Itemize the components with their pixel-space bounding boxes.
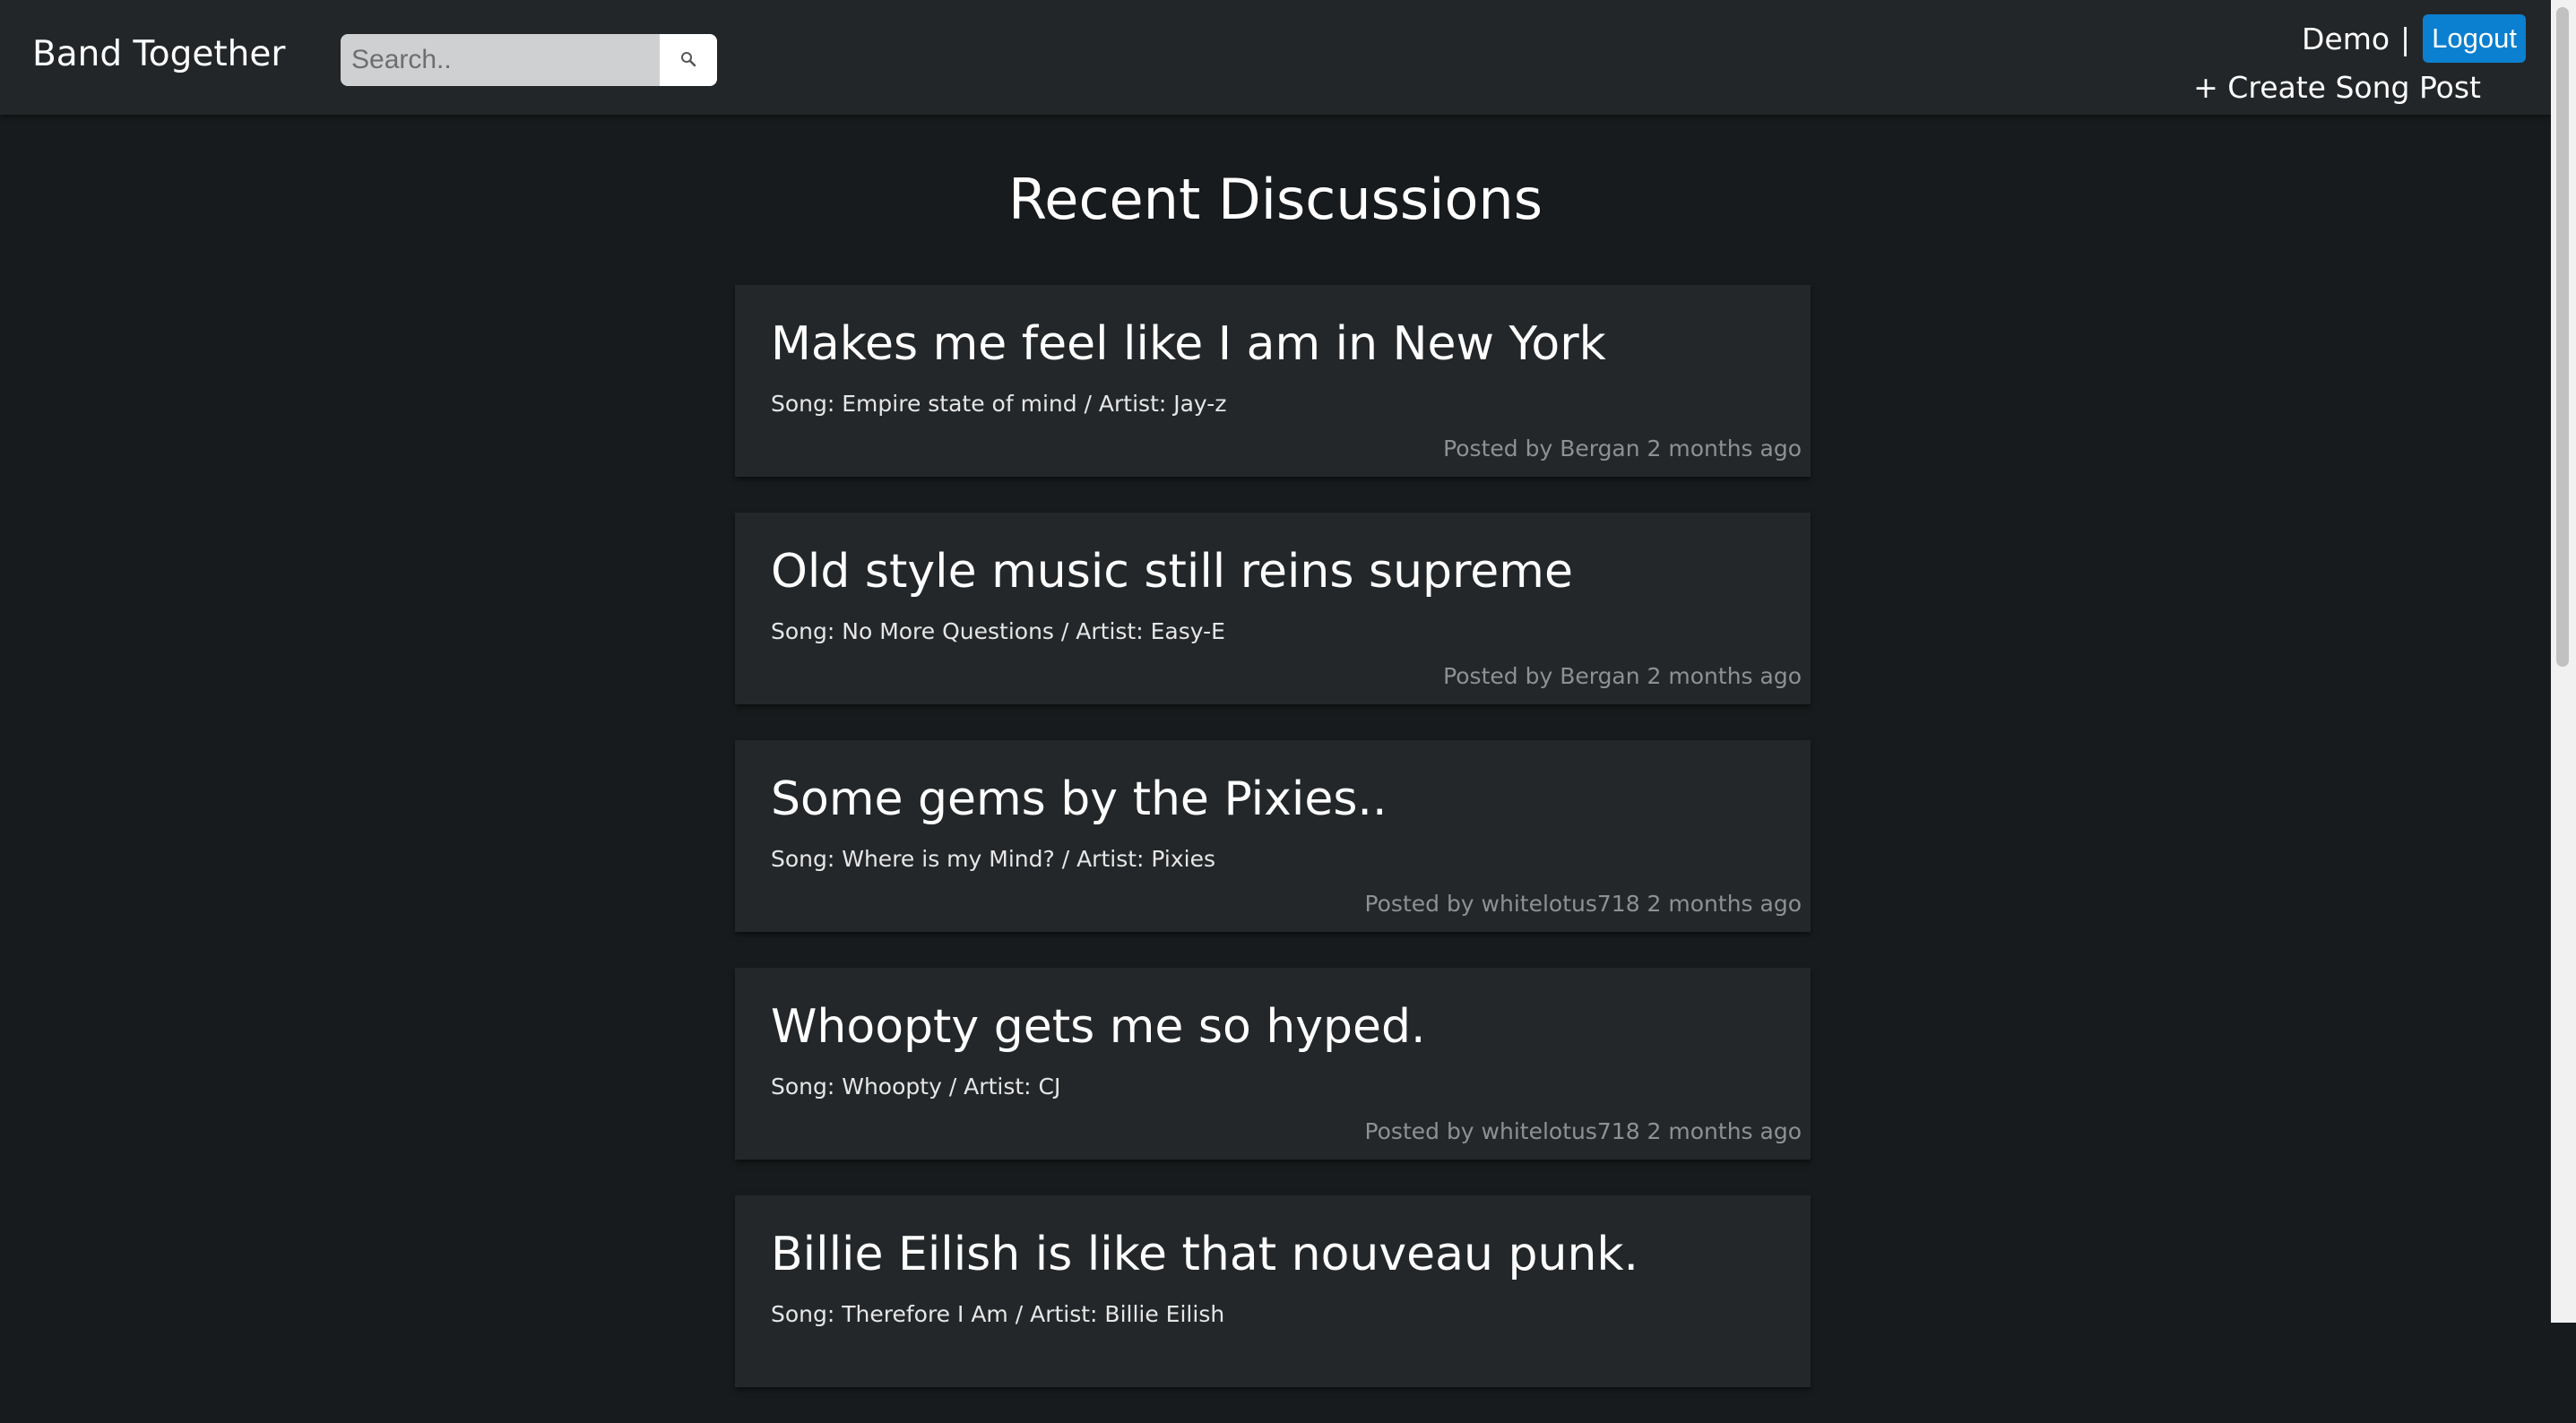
post-card[interactable]: Billie Eilish is like that nouveau punk.… — [735, 1195, 1811, 1387]
post-byline: Posted by whitelotus718 2 months ago — [1364, 1118, 1802, 1144]
post-song-info: Song: No More Questions / Artist: Easy-E — [771, 618, 1225, 644]
logout-button[interactable]: Logout — [2423, 14, 2526, 63]
posts-list: Makes me feel like I am in New York Song… — [735, 285, 1811, 1423]
post-title[interactable]: Some gems by the Pixies.. — [771, 772, 1387, 826]
page-scrollbar[interactable] — [2551, 0, 2576, 1323]
post-song-info: Song: Where is my Mind? / Artist: Pixies — [771, 846, 1216, 872]
post-card[interactable]: Old style music still reins supreme Song… — [735, 513, 1811, 704]
username: Demo — [2301, 21, 2390, 56]
post-card[interactable]: Whoopty gets me so hyped. Song: Whoopty … — [735, 968, 1811, 1160]
post-song-info: Song: Empire state of mind / Artist: Jay… — [771, 391, 1227, 417]
nav-separator: | — [2400, 21, 2411, 56]
post-title[interactable]: Makes me feel like I am in New York — [771, 317, 1606, 371]
post-title[interactable]: Whoopty gets me so hyped. — [771, 1000, 1426, 1054]
post-byline: Posted by Bergan 2 months ago — [1443, 436, 1802, 461]
top-navbar: Band Together Demo | Logout + Create Son… — [0, 0, 2551, 115]
create-song-post-link[interactable]: + Create Song Post — [2193, 70, 2481, 105]
post-song-info: Song: Therefore I Am / Artist: Billie Ei… — [771, 1301, 1225, 1327]
search-icon — [679, 50, 697, 71]
scrollbar-thumb[interactable] — [2556, 7, 2569, 667]
post-title[interactable]: Old style music still reins supreme — [771, 545, 1573, 599]
search-button[interactable] — [660, 34, 717, 86]
post-song-info: Song: Whoopty / Artist: CJ — [771, 1074, 1061, 1100]
post-card[interactable]: Some gems by the Pixies.. Song: Where is… — [735, 740, 1811, 932]
post-byline: Posted by Bergan 2 months ago — [1443, 663, 1802, 689]
search-input[interactable] — [341, 34, 660, 86]
post-card[interactable]: Makes me feel like I am in New York Song… — [735, 285, 1811, 477]
post-title[interactable]: Billie Eilish is like that nouveau punk. — [771, 1228, 1638, 1281]
user-area: Demo | Logout — [2302, 14, 2526, 63]
post-byline: Posted by whitelotus718 2 months ago — [1364, 891, 1802, 917]
page-title: Recent Discussions — [1008, 167, 1543, 232]
search-form — [341, 34, 717, 86]
brand-logo[interactable]: Band Together — [32, 34, 285, 74]
